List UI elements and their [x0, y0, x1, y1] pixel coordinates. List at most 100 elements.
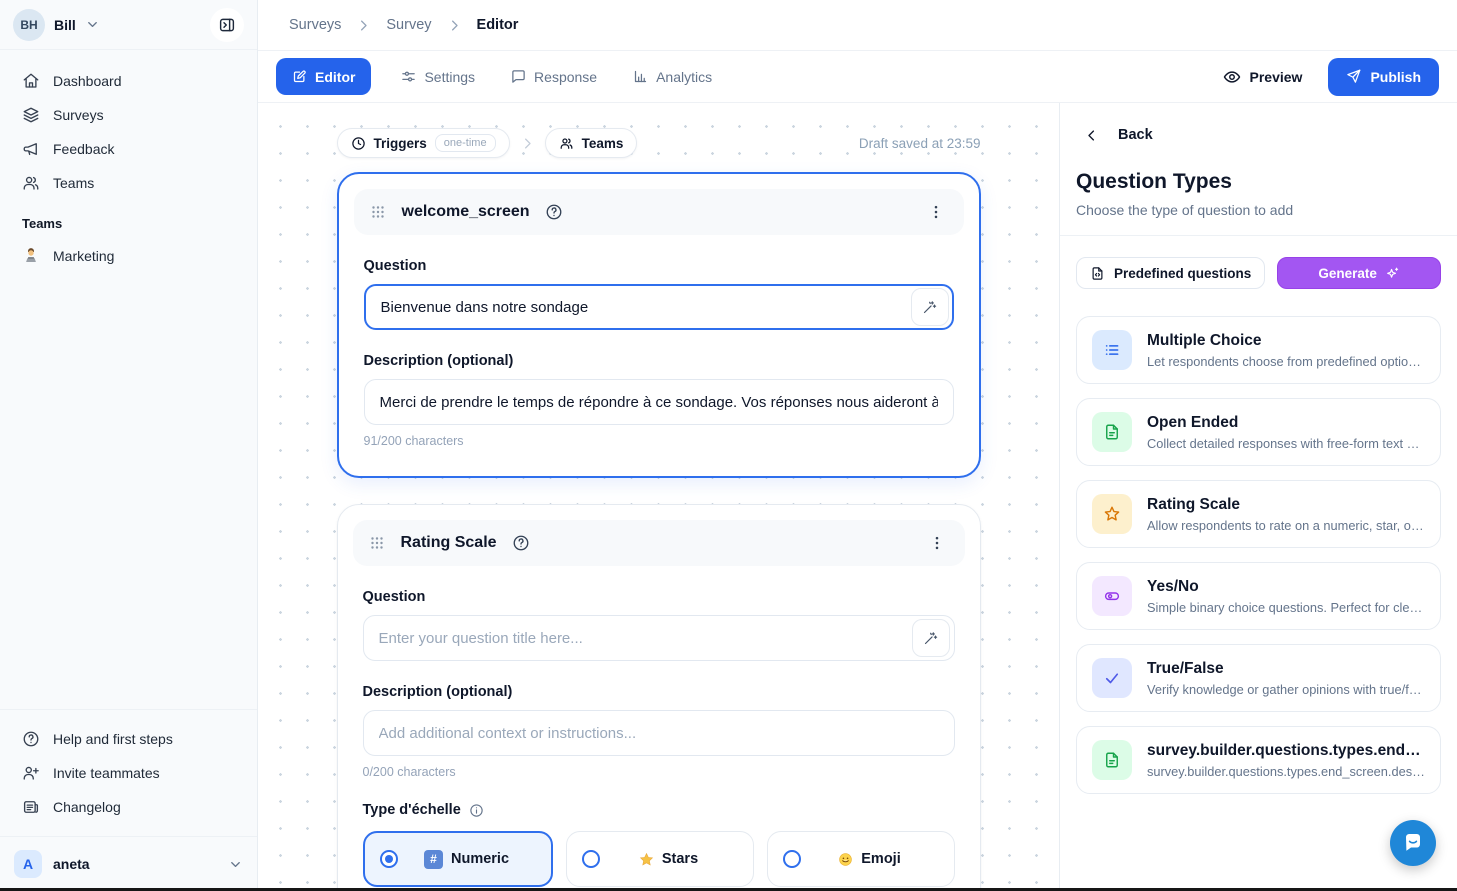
sidebar-team-marketing[interactable]: Marketing — [12, 239, 245, 273]
question-type-name: Yes/No — [1147, 578, 1425, 596]
scale-option-emoji[interactable]: Emoji — [767, 831, 955, 887]
sidebar-item-label: Marketing — [53, 248, 114, 264]
scale-type-label: Type d'échelle — [363, 802, 955, 818]
description-input[interactable] — [364, 379, 954, 425]
radio-unselected-icon — [783, 850, 801, 868]
question-type-yes-no[interactable]: Yes/No Simple binary choice questions. P… — [1076, 562, 1441, 630]
message-square-icon — [511, 69, 526, 84]
scale-option-stars[interactable]: Stars — [566, 831, 754, 887]
tab-settings[interactable]: Settings — [395, 68, 481, 86]
generate-button[interactable]: Generate — [1277, 257, 1441, 289]
scale-type-options: # Numeric Stars — [363, 831, 955, 887]
magic-wand-icon — [923, 631, 938, 646]
sidebar-item-surveys[interactable]: Surveys — [12, 98, 245, 132]
triggers-chip[interactable]: Triggers one-time — [337, 128, 510, 158]
question-type-name: Open Ended — [1147, 414, 1425, 432]
tab-response[interactable]: Response — [505, 68, 603, 86]
sidebar-item-teams[interactable]: Teams — [12, 166, 245, 200]
predefined-questions-label: Predefined questions — [1114, 266, 1251, 281]
question-type-end-screen[interactable]: survey.builder.questions.types.end_scr..… — [1076, 726, 1441, 794]
sidebar-item-label: Teams — [53, 175, 94, 191]
chat-widget-button[interactable] — [1390, 820, 1436, 866]
clock-icon — [351, 136, 366, 151]
panel-title: Question Types — [1076, 170, 1441, 194]
question-title-input[interactable] — [364, 284, 954, 330]
info-icon[interactable] — [469, 803, 484, 818]
workspace-switcher[interactable]: BH Bill — [0, 0, 257, 50]
question-title-input[interactable] — [363, 615, 955, 661]
breadcrumb-surveys[interactable]: Surveys — [289, 17, 341, 33]
star-icon — [1092, 494, 1132, 534]
question-label: Question — [363, 589, 955, 605]
tab-editor[interactable]: Editor — [276, 58, 371, 95]
teams-chip[interactable]: Teams — [545, 128, 638, 158]
chevron-left-icon — [1084, 128, 1099, 143]
sidebar-item-dashboard[interactable]: Dashboard — [12, 64, 245, 98]
help-circle-icon[interactable] — [512, 534, 530, 552]
question-card-title: Rating Scale — [401, 534, 497, 552]
technologist-emoji-icon — [22, 247, 40, 265]
smiley-emoji-icon — [838, 852, 853, 867]
help-circle-icon[interactable] — [545, 203, 563, 221]
scale-option-numeric[interactable]: # Numeric — [363, 831, 553, 887]
sidebar-nav: Dashboard Surveys Feedback Teams Teams — [0, 50, 257, 273]
home-icon — [22, 72, 40, 90]
drag-handle-icon[interactable] — [369, 203, 387, 221]
preview-label: Preview — [1250, 69, 1303, 85]
help-circle-icon — [22, 730, 40, 748]
predefined-questions-button[interactable]: Predefined questions — [1076, 257, 1265, 289]
sidebar-item-changelog[interactable]: Changelog — [12, 790, 245, 824]
question-type-open-ended[interactable]: Open Ended Collect detailed responses wi… — [1076, 398, 1441, 466]
drag-handle-icon[interactable] — [368, 534, 386, 552]
card-menu-button[interactable] — [924, 530, 950, 556]
ai-rewrite-button[interactable] — [911, 288, 949, 326]
question-type-rating-scale[interactable]: Rating Scale Allow respondents to rate o… — [1076, 480, 1441, 548]
question-card-welcome-screen[interactable]: welcome_screen Question — [337, 172, 981, 478]
triggers-frequency-badge: one-time — [435, 134, 496, 152]
sidebar-item-label: Feedback — [53, 141, 114, 157]
publish-label: Publish — [1370, 69, 1421, 85]
check-icon — [1092, 658, 1132, 698]
question-type-name: Multiple Choice — [1147, 332, 1425, 350]
user-plus-icon — [22, 764, 40, 782]
account-switcher[interactable]: A aneta — [0, 836, 257, 891]
sidebar-item-feedback[interactable]: Feedback — [12, 132, 245, 166]
send-icon — [1346, 69, 1361, 84]
ai-rewrite-button[interactable] — [912, 619, 950, 657]
preview-button[interactable]: Preview — [1217, 67, 1309, 87]
draft-status: Draft saved at 23:59 — [859, 136, 981, 151]
tab-analytics[interactable]: Analytics — [627, 68, 718, 86]
publish-button[interactable]: Publish — [1328, 58, 1439, 96]
card-menu-button[interactable] — [923, 199, 949, 225]
question-type-description: Verify knowledge or gather opinions with… — [1147, 682, 1425, 697]
radio-selected-icon — [380, 850, 398, 868]
question-type-name: Rating Scale — [1147, 496, 1425, 514]
users-icon — [559, 136, 574, 151]
back-label: Back — [1118, 127, 1153, 143]
collapse-sidebar-button[interactable] — [210, 8, 244, 42]
sidebar-footer-nav: Help and first steps Invite teammates Ch… — [0, 709, 257, 836]
question-type-description: Simple binary choice questions. Perfect … — [1147, 600, 1425, 615]
sidebar-item-help[interactable]: Help and first steps — [12, 722, 245, 756]
sidebar: BH Bill Dashboard Surveys F — [0, 0, 258, 891]
kebab-icon — [928, 534, 946, 552]
question-type-description: Allow respondents to rate on a numeric, … — [1147, 518, 1425, 533]
document-icon — [1092, 740, 1132, 780]
question-type-true-false[interactable]: True/False Verify knowledge or gather op… — [1076, 644, 1441, 712]
survey-canvas[interactable]: Triggers one-time Teams Draft saved at 2… — [258, 103, 1059, 891]
description-input[interactable] — [363, 710, 955, 756]
question-card-rating-scale[interactable]: Rating Scale Question — [337, 504, 981, 891]
panel-collapse-icon — [218, 16, 236, 34]
breadcrumb-survey[interactable]: Survey — [386, 17, 431, 33]
sidebar-item-invite[interactable]: Invite teammates — [12, 756, 245, 790]
document-icon — [1090, 266, 1105, 281]
question-type-multiple-choice[interactable]: Multiple Choice Let respondents choose f… — [1076, 316, 1441, 384]
bar-chart-icon — [633, 69, 648, 84]
numeric-keycap-icon: # — [424, 850, 443, 869]
account-name: aneta — [53, 856, 90, 872]
megaphone-icon — [22, 140, 40, 158]
account-avatar: A — [14, 850, 42, 878]
chevron-down-icon — [85, 17, 100, 32]
chevron-down-icon — [228, 857, 243, 872]
back-button[interactable]: Back — [1076, 127, 1441, 143]
